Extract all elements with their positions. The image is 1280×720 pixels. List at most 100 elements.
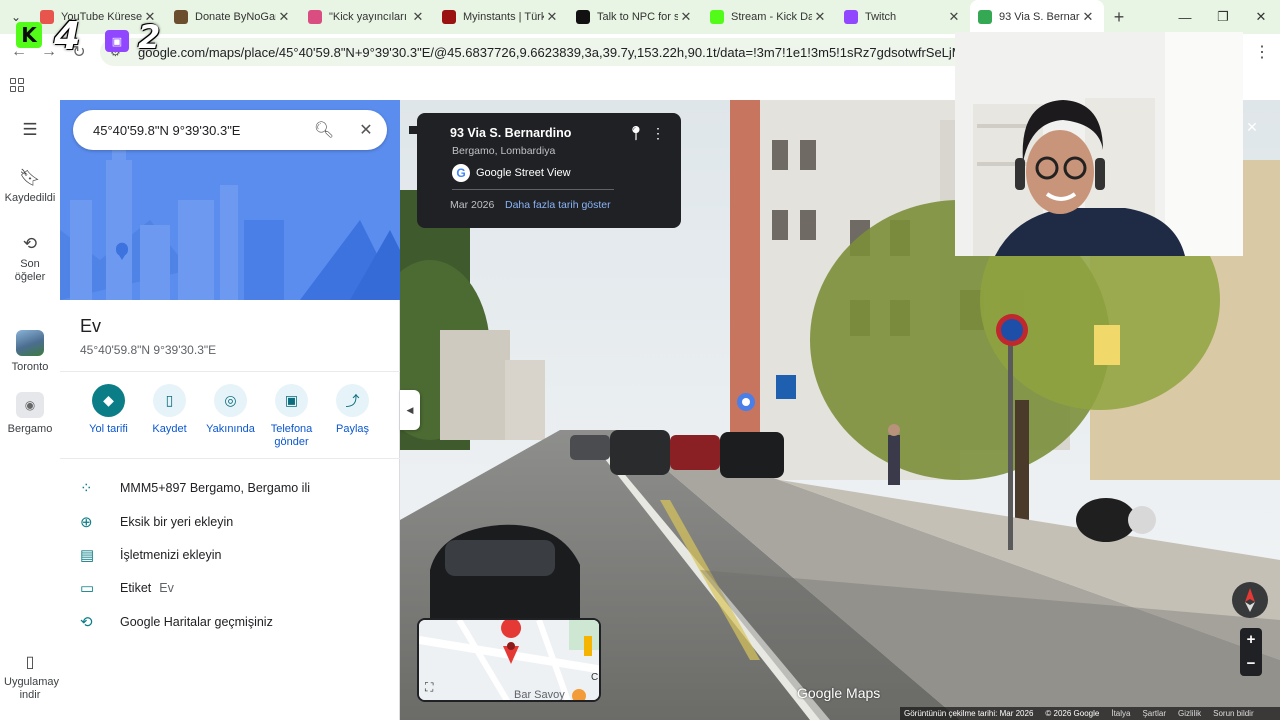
business-icon: ▤ (80, 547, 95, 564)
menu-icon: ☰ (22, 120, 38, 139)
mini-map-roads (419, 620, 599, 700)
street-address: 93 Via S. Bernardino (450, 126, 572, 140)
tab-favicon-icon (576, 10, 590, 24)
bookmark-icon: 🔖︎ (19, 168, 41, 187)
recent-place-bergamo[interactable]: ◉ Bergamo (0, 392, 60, 435)
back-arrow-icon[interactable] (409, 126, 419, 134)
tab-label: Myinstants | Türk (463, 11, 544, 23)
location-pin-icon[interactable]: 📍︎ (627, 125, 645, 142)
search-input[interactable]: 45°40'59.8"N 9°39'30.3"E (93, 123, 303, 138)
clear-search-icon[interactable]: ✕ (345, 120, 387, 140)
nearby-label: Yakınında (206, 423, 255, 435)
compass-control[interactable] (1232, 582, 1268, 618)
footer-country[interactable]: İtalya (1111, 709, 1130, 718)
add-missing-place-row[interactable]: ⊕ Eksik bir yeri ekleyin (80, 510, 390, 534)
footer-report-link[interactable]: Sorun bildir (1213, 709, 1253, 718)
new-tab-button[interactable]: + (1104, 7, 1134, 28)
tab-close-icon[interactable]: ✕ (1080, 9, 1096, 25)
add-business-text: İşletmenizi ekleyin (120, 548, 222, 562)
search-icon[interactable]: 🔍︎ (303, 120, 345, 140)
tab-favicon-icon (844, 10, 858, 24)
menu-button[interactable]: ☰ (0, 120, 60, 144)
recent-button[interactable]: ⟲ Son öğeler (0, 234, 60, 284)
zoom-out-button[interactable]: − (1240, 652, 1262, 676)
history-icon: ⟲ (22, 234, 38, 253)
plus-code-row[interactable]: ⁘ MMM5+897 Bergamo, Bergamo ili (80, 476, 390, 500)
label-row[interactable]: ▭ Etiket Ev (80, 576, 390, 600)
close-window-button[interactable]: ✕ (1242, 0, 1280, 34)
add-business-row[interactable]: ▤ İşletmenizi ekleyin (80, 543, 390, 567)
send-to-phone-button[interactable]: ▣ Telefona gönder (261, 384, 322, 449)
maps-history-row[interactable]: ⟲ Google Haritalar geçmişiniz (80, 610, 390, 634)
footer-terms-link[interactable]: Şartlar (1142, 709, 1166, 718)
label-text: Etiket (120, 581, 152, 595)
browser-tab[interactable]: 93 Via S. Bernardi ✕ (970, 0, 1104, 34)
tab-close-icon[interactable]: ✕ (946, 9, 962, 25)
add-place-icon: ⊕ (80, 514, 93, 531)
chevron-left-icon: ◀ (406, 404, 414, 415)
apps-icon[interactable] (10, 78, 24, 92)
url-text: google.com/maps/place/45°40'59.8"N+9°39'… (138, 44, 1074, 60)
twitch-logo: ▣ (105, 30, 129, 52)
get-app-button[interactable]: ▯ Uygulamayı indir (0, 652, 62, 702)
search-box[interactable]: 45°40'59.8"N 9°39'30.3"E 🔍︎ ✕ (73, 110, 387, 150)
browser-tab[interactable]: Stream - Kick Da ✕ (702, 0, 836, 34)
overlay-number-2: 2 (138, 18, 161, 56)
bergamo-label: Bergamo (7, 423, 53, 435)
street-view-info-card: 93 Via S. Bernardino Bergamo, Lombardiya… (409, 113, 681, 228)
tab-close-icon[interactable]: ✕ (812, 9, 828, 25)
mini-map-letter: C (591, 672, 599, 683)
browser-tab[interactable]: "Kick yayıncıları ✕ (300, 0, 434, 34)
close-street-view-button[interactable]: ✕ (1243, 113, 1261, 141)
more-dates-link[interactable]: Daha fazla tarih göster (505, 199, 611, 211)
footer-capture-date: Görüntünün çekilme tarihi: Mar 2026 (904, 709, 1034, 718)
browser-tab[interactable]: Donate ByNoGam ✕ (166, 0, 300, 34)
minimize-button[interactable]: — (1166, 0, 1204, 34)
nearby-button[interactable]: ◎ Yakınında (200, 384, 261, 449)
expand-icon[interactable]: ⛶ (425, 680, 441, 696)
save-label: Kaydet (152, 423, 187, 435)
tab-label: Donate ByNoGam (195, 11, 276, 23)
more-options-icon[interactable]: ⋮ (651, 125, 665, 142)
action-bar: ◆ Yol tarifi ▯ Kaydet ◎ Yakınında ▣ Tele… (78, 384, 388, 449)
plus-code-text: MMM5+897 Bergamo, Bergamo ili (120, 481, 311, 495)
saved-label: Kaydedildi (4, 192, 56, 204)
browser-tab[interactable]: Twitch ✕ (836, 0, 970, 34)
directions-button[interactable]: ◆ Yol tarifi (78, 384, 139, 449)
mini-map-place-label: Bar Savoy (514, 689, 565, 701)
place-panel: 45°40'59.8"N 9°39'30.3"E 🔍︎ ✕ Ev 45°40'5… (60, 100, 400, 720)
browser-tab[interactable]: Talk to NPC for s ✕ (568, 0, 702, 34)
capture-date: Mar 2026 (450, 199, 495, 211)
browser-tab[interactable]: Myinstants | Türk ✕ (434, 0, 568, 34)
maximize-button[interactable]: ❐ (1204, 0, 1242, 34)
browser-menu-icon[interactable]: ⋮ (1254, 42, 1270, 62)
share-label: Paylaş (335, 423, 370, 435)
saved-button[interactable]: 🔖︎ Kaydedildi (0, 168, 60, 204)
tab-close-icon[interactable]: ✕ (544, 9, 560, 25)
divider (60, 458, 400, 459)
zoom-in-button[interactable]: + (1240, 628, 1262, 652)
share-button[interactable]: ⤴ Paylaş (322, 384, 383, 449)
footer-copyright: © 2026 Google (1045, 709, 1100, 718)
tab-favicon-icon (978, 10, 992, 24)
tab-close-icon[interactable]: ✕ (410, 9, 426, 25)
send-to-phone-label: Telefona gönder (270, 423, 313, 448)
add-missing-place-text: Eksik bir yeri ekleyin (120, 515, 234, 529)
send-to-phone-icon: ▣ (275, 384, 308, 417)
mini-map[interactable]: Bar Savoy C ⛶ (417, 618, 601, 702)
street-city: Bergamo, Lombardiya (452, 145, 556, 157)
tab-close-icon[interactable]: ✕ (678, 9, 694, 25)
bergamo-thumbnail: ◉ (16, 392, 44, 418)
directions-label: Yol tarifi (89, 423, 128, 435)
save-button[interactable]: ▯ Kaydet (139, 384, 200, 449)
tab-close-icon[interactable]: ✕ (276, 9, 292, 25)
google-g-icon: G (452, 164, 470, 182)
footer-privacy-link[interactable]: Gizlilik (1178, 709, 1201, 718)
collapse-panel-button[interactable]: ◀ (400, 390, 420, 430)
overlay-number-4: 4 (54, 14, 81, 58)
compass-icon (1245, 588, 1255, 612)
recent-place-toronto[interactable]: Toronto (0, 330, 60, 373)
tab-favicon-icon (442, 10, 456, 24)
phone-icon: ▯ (25, 654, 35, 671)
divider (60, 371, 400, 372)
